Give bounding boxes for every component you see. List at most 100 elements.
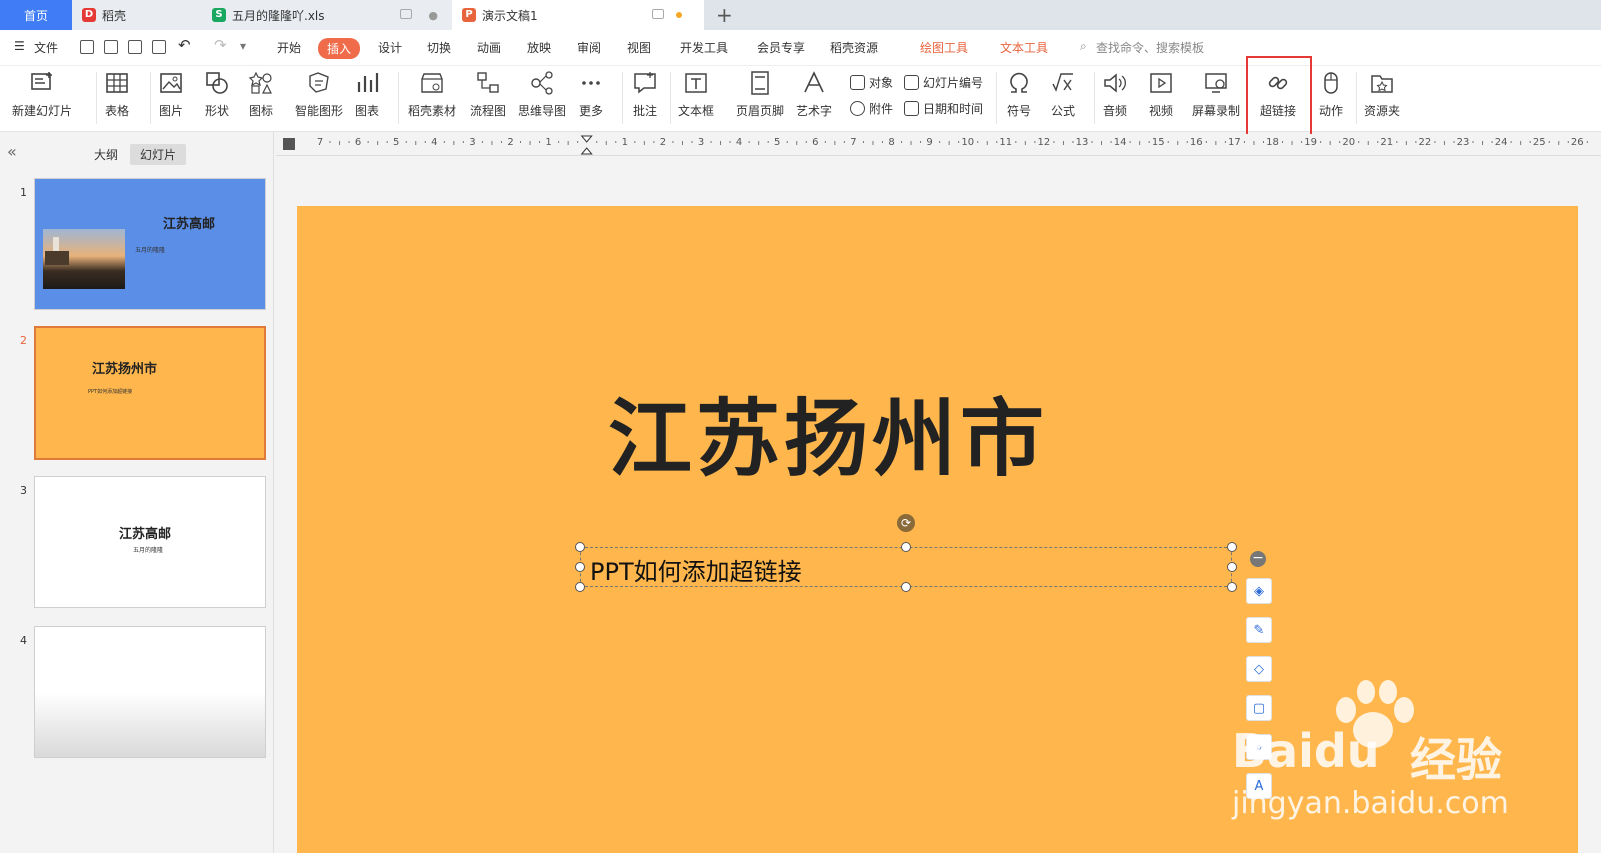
rotate-handle-icon[interactable]: ⟳ (897, 514, 915, 532)
slide-thumbnail-4[interactable] (34, 626, 266, 758)
action-button[interactable]: 动作 (1318, 70, 1344, 119)
tab-home[interactable]: 首页 (0, 0, 72, 30)
textbox-button[interactable]: 文本框 (678, 70, 714, 119)
thumb-title: 江苏高邮 (119, 527, 172, 542)
mindmap-button[interactable]: 思维导图 (518, 70, 566, 119)
menu-insert[interactable]: 插入 (318, 38, 361, 59)
tab-presentation[interactable]: P 演示文稿1 (452, 0, 704, 30)
save-icon[interactable] (80, 40, 94, 54)
new-slide-button[interactable]: 新建幻灯片 (12, 70, 72, 119)
resize-handle[interactable] (901, 582, 911, 592)
ruler-tick (643, 141, 645, 145)
daoke-material-button[interactable]: 稻壳素材 (408, 70, 456, 119)
tab-slides[interactable]: 幻灯片 (130, 144, 187, 165)
resource-folder-button[interactable]: 资源夹 (1364, 70, 1400, 119)
ruler-tick (1034, 141, 1036, 143)
file-menu[interactable]: 文件 (34, 39, 58, 56)
attachment-button[interactable]: 附件 (850, 100, 893, 117)
object-button[interactable]: 对象 (850, 74, 893, 91)
menu-developer[interactable]: 开发工具 (680, 39, 728, 56)
header-footer-button[interactable]: 页眉页脚 (736, 70, 784, 119)
ruler-tick (1443, 141, 1445, 145)
resource-label: 资源夹 (1364, 104, 1401, 118)
menu-design[interactable]: 设计 (378, 39, 402, 56)
formula-button[interactable]: 公式 (1050, 70, 1076, 119)
menu-member[interactable]: 会员专享 (757, 39, 805, 56)
thumb-subtitle: 五月的隆隆 (135, 247, 166, 254)
tab-home-label: 首页 (23, 8, 48, 23)
collapse-panel-icon[interactable]: « (7, 142, 17, 161)
icon-button[interactable]: 图标 (248, 70, 274, 119)
menu-text-tools[interactable]: 文本工具 (1000, 39, 1048, 56)
slide-number-button[interactable]: 幻灯片编号 (904, 74, 983, 91)
ruler-tick (1339, 141, 1341, 143)
store-icon (419, 70, 445, 96)
menu-review[interactable]: 审阅 (577, 39, 601, 56)
ruler-tick (1405, 141, 1407, 145)
menu-drawing-tools[interactable]: 绘图工具 (920, 39, 968, 56)
more-button[interactable]: 更多 (578, 70, 604, 119)
unsaved-dot-icon (676, 12, 682, 18)
subtitle-text[interactable]: PPT如何添加超链接 (590, 552, 802, 587)
symbol-button[interactable]: 符号 (1006, 70, 1032, 119)
tab-spreadsheet[interactable]: S 五月的隆隆吖.xls ● (202, 0, 452, 30)
ribbon-separator (1094, 72, 1095, 124)
brush-icon[interactable]: ✎ (1246, 617, 1272, 643)
insert-ribbon: 新建幻灯片 表格 图片 形状 图标 智能图形 图表 稻壳素材 流程图 思维导图 … (0, 66, 1601, 132)
resize-handle[interactable] (575, 562, 585, 572)
ruler-tick (1453, 141, 1455, 143)
resize-handle[interactable] (575, 582, 585, 592)
tab-outline[interactable]: 大纲 (84, 144, 128, 165)
ruler-tick (1367, 141, 1369, 145)
slide-thumbnail-3[interactable]: 江苏高邮 五月的隆隆 (34, 476, 266, 608)
resize-handle[interactable] (575, 542, 585, 552)
slide-title[interactable]: 江苏扬州市 (608, 372, 1048, 493)
ruler-tick (453, 141, 455, 145)
resize-handle[interactable] (1227, 562, 1237, 572)
tab-daoke[interactable]: D 稻壳 (72, 0, 202, 30)
search-icon[interactable]: ⌕ (1080, 39, 1087, 54)
slide-thumbnail-1[interactable]: 江苏高邮 五月的隆隆 (34, 178, 266, 310)
fill-icon[interactable]: ◇ (1246, 656, 1272, 682)
audio-button[interactable]: 音频 (1102, 70, 1128, 119)
slide-thumbnail-2[interactable]: 江苏扬州市 PPT如何添加超链接 (34, 326, 266, 460)
collapse-toolbar-icon[interactable]: − (1250, 551, 1266, 567)
tab-stop-selector[interactable] (283, 138, 295, 150)
resize-handle[interactable] (1227, 582, 1237, 592)
undo-icon[interactable]: ↶ (178, 36, 191, 54)
redo-icon[interactable]: ↷ (214, 36, 227, 54)
quick-access-dropdown-icon[interactable]: ▾ (240, 39, 246, 53)
comment-button[interactable]: 批注 (632, 70, 658, 119)
export-icon[interactable] (104, 40, 118, 54)
menu-daoke-resources[interactable]: 稻壳资源 (830, 39, 878, 56)
command-search-input[interactable]: 查找命令、搜索模板 (1096, 39, 1204, 56)
screen-record-button[interactable]: 屏幕录制 (1192, 70, 1240, 119)
ruler-label: 11 (999, 137, 1012, 148)
menu-home[interactable]: 开始 (277, 39, 301, 56)
ruler-tick (367, 141, 369, 143)
flowchart-button[interactable]: 流程图 (470, 70, 506, 119)
resize-handle[interactable] (901, 542, 911, 552)
hamburger-menu-icon[interactable]: ☰ (14, 39, 25, 53)
indent-marker[interactable] (580, 135, 593, 155)
resize-handle[interactable] (1227, 542, 1237, 552)
menu-view[interactable]: 视图 (627, 39, 651, 56)
ruler-tick (1139, 141, 1141, 145)
table-button[interactable]: 表格 (104, 70, 130, 119)
menu-slideshow[interactable]: 放映 (527, 39, 551, 56)
new-tab-plus-icon[interactable]: + (716, 3, 733, 27)
wordart-button[interactable]: 艺术字 (796, 70, 832, 119)
chart-button[interactable]: 图表 (354, 70, 380, 119)
ruler-tick (748, 141, 750, 143)
shape-button[interactable]: 形状 (204, 70, 230, 119)
menu-animation[interactable]: 动画 (477, 39, 501, 56)
picture-button[interactable]: 图片 (158, 70, 184, 119)
print-preview-icon[interactable] (152, 40, 166, 54)
layers-icon[interactable]: ◈ (1246, 578, 1272, 604)
menu-transition[interactable]: 切换 (427, 39, 451, 56)
datetime-button[interactable]: 日期和时间 (904, 100, 983, 117)
smartart-button[interactable]: 智能图形 (295, 70, 343, 119)
video-button[interactable]: 视频 (1148, 70, 1174, 119)
ruler-label: 19 (1304, 137, 1317, 148)
print-icon[interactable] (128, 40, 142, 54)
